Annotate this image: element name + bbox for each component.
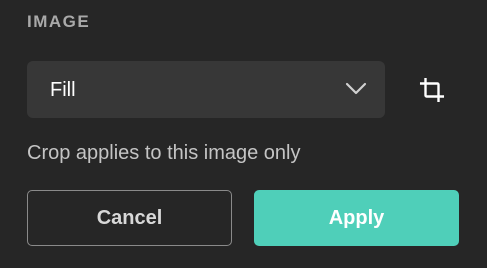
cancel-button[interactable]: Cancel <box>27 190 232 246</box>
crop-icon <box>419 77 445 103</box>
section-title: IMAGE <box>27 12 91 31</box>
crop-button[interactable] <box>412 70 452 110</box>
crop-hint-text: Crop applies to this image only <box>27 142 301 164</box>
fit-select-value: Fill <box>50 79 76 101</box>
apply-button[interactable]: Apply <box>254 190 459 246</box>
fit-select[interactable]: Fill <box>27 61 385 118</box>
chevron-down-icon <box>345 82 367 95</box>
